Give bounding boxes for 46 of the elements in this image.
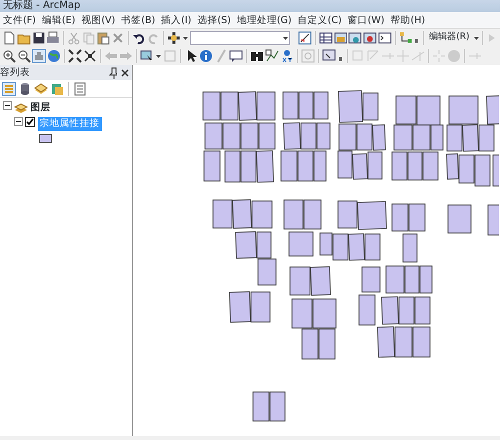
- pin-icon[interactable]: [107, 66, 117, 80]
- time-slider-icon[interactable]: [301, 49, 315, 63]
- new-document-icon[interactable]: [2, 31, 16, 45]
- fixed-zoom-out-icon[interactable]: [83, 49, 97, 63]
- list-by-source-icon[interactable]: [18, 82, 32, 96]
- toolbox-icon[interactable]: [363, 31, 377, 45]
- route-icon[interactable]: [265, 49, 279, 63]
- menu-item[interactable]: 帮助(H): [387, 12, 428, 28]
- editor-toolbar-icon[interactable]: [298, 31, 312, 45]
- map-tip-icon[interactable]: [229, 49, 243, 63]
- globe-icon[interactable]: [47, 49, 61, 63]
- editor-menu[interactable]: 编辑器(R): [427, 31, 472, 45]
- menu-item[interactable]: 视图(V): [78, 12, 118, 28]
- list-by-visibility-icon[interactable]: [34, 82, 48, 96]
- menu-item[interactable]: 书签(B): [118, 12, 158, 28]
- paste-icon[interactable]: [96, 31, 110, 45]
- model-builder-icon[interactable]: [398, 31, 412, 45]
- options-icon[interactable]: [73, 82, 87, 96]
- zoom-in-icon[interactable]: [2, 49, 16, 63]
- zoom-out-icon[interactable]: [17, 49, 31, 63]
- menu-item[interactable]: 插入(I): [158, 12, 194, 28]
- menu-item[interactable]: 编辑(E): [38, 12, 78, 28]
- add-data-icon[interactable]: [167, 31, 182, 45]
- menu-item[interactable]: 窗口(W): [344, 12, 388, 28]
- identify-icon[interactable]: [199, 49, 213, 63]
- scale-field[interactable]: [190, 31, 290, 45]
- layer-group-label[interactable]: 图层: [30, 100, 50, 114]
- fixed-zoom-in-icon[interactable]: [68, 49, 82, 63]
- layers-icon: [14, 100, 28, 114]
- window-title: 无标题 - ArcMap: [0, 0, 500, 12]
- printer-icon[interactable]: [46, 31, 60, 45]
- menu-item[interactable]: 地理处理(G): [234, 12, 295, 28]
- menu-item[interactable]: 选择(S): [194, 12, 234, 28]
- menu-item[interactable]: 文件(F): [0, 12, 39, 28]
- panel-title: 容列表: [0, 66, 30, 80]
- list-by-selection-icon[interactable]: [50, 82, 64, 96]
- go-to-xy-icon[interactable]: [280, 49, 294, 63]
- menu-item[interactable]: 自定义(C): [294, 12, 345, 28]
- table-icon[interactable]: [318, 31, 333, 45]
- select-features-icon[interactable]: [140, 49, 154, 63]
- search-window-icon[interactable]: [348, 31, 362, 45]
- save-icon[interactable]: [32, 31, 46, 45]
- find-icon[interactable]: [250, 49, 264, 63]
- layout-icon[interactable]: [322, 49, 336, 63]
- python-window-icon[interactable]: [378, 31, 392, 45]
- catalog-icon[interactable]: [334, 31, 348, 45]
